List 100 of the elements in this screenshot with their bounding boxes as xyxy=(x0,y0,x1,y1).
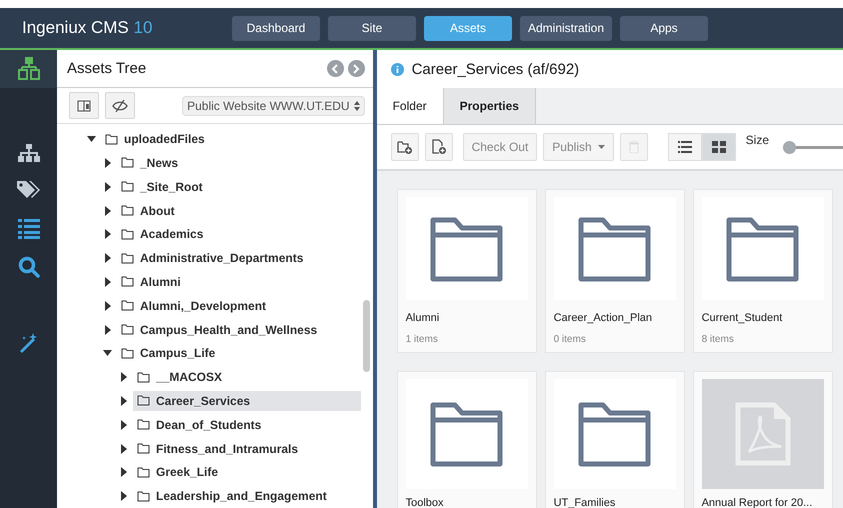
panel-title: Assets Tree xyxy=(67,60,146,78)
updown-arrows-icon xyxy=(354,100,360,111)
size-label: Size xyxy=(746,133,769,147)
size-slider[interactable] xyxy=(783,140,796,154)
expanded-triangle-icon[interactable] xyxy=(87,134,97,144)
tree-item[interactable]: uploadedFiles xyxy=(101,129,361,150)
collapsed-triangle-icon[interactable] xyxy=(103,229,113,240)
folder-icon xyxy=(578,401,652,467)
folder-icon xyxy=(137,490,150,502)
tree-item[interactable]: Alumni,_Development xyxy=(117,296,361,316)
next-button[interactable] xyxy=(348,60,365,78)
asset-card[interactable]: Annual Report for 20... xyxy=(692,371,833,508)
asset-name: Toolbox xyxy=(406,497,445,508)
new-folder-button[interactable] xyxy=(390,133,419,161)
tree-item[interactable]: Academics xyxy=(117,224,361,244)
folder-icon xyxy=(121,276,134,288)
tree-item[interactable]: Dean_of_Students xyxy=(133,414,361,435)
collapsed-triangle-icon[interactable] xyxy=(103,182,113,192)
asset-card[interactable]: Current_Student 8 items xyxy=(692,189,833,353)
folder-icon xyxy=(121,252,134,264)
folder-icon xyxy=(121,324,134,336)
asset-name: Annual Report for 20... xyxy=(702,497,814,508)
collapsed-triangle-icon[interactable] xyxy=(119,491,129,502)
folder-plus-icon xyxy=(396,140,413,154)
collapsed-triangle-icon[interactable] xyxy=(119,467,129,478)
tree-item[interactable]: Fitness_and_Intramurals xyxy=(133,438,361,458)
tree-item[interactable]: Greek_Life xyxy=(133,462,361,482)
folder-icon xyxy=(430,401,504,467)
folder-icon xyxy=(726,216,800,282)
tree-item[interactable]: About xyxy=(117,200,361,221)
tree-item[interactable]: Administrative_Departments xyxy=(117,248,361,268)
site-select[interactable]: Public Website WWW.UT.EDU xyxy=(182,96,365,116)
asset-name: Current_Student xyxy=(702,312,784,324)
visibility-button[interactable] xyxy=(105,92,135,120)
sitemap-icon[interactable] xyxy=(18,144,40,162)
asset-name: UT_Families xyxy=(554,497,616,508)
grid-view-button[interactable] xyxy=(702,133,736,161)
upload-button[interactable] xyxy=(424,133,453,161)
folder-icon xyxy=(578,216,652,282)
pdf-document-icon xyxy=(734,402,791,466)
folder-icon xyxy=(121,181,134,192)
folder-icon xyxy=(137,443,150,454)
tab[interactable]: Properties xyxy=(444,88,536,124)
nav-tab[interactable]: Administration xyxy=(520,16,612,40)
info-icon xyxy=(390,62,404,76)
folder-icon xyxy=(121,300,134,312)
collapsed-triangle-icon[interactable] xyxy=(103,158,113,168)
chevron-left-icon xyxy=(331,64,340,74)
asset-name: Alumni xyxy=(406,312,440,324)
folder-icon xyxy=(121,157,134,168)
tree-item[interactable]: _News xyxy=(117,152,361,173)
collapsed-triangle-icon[interactable] xyxy=(119,372,129,382)
folder-icon xyxy=(121,348,134,359)
expanded-triangle-icon[interactable] xyxy=(103,348,113,358)
list-icon xyxy=(678,141,692,153)
tree-item[interactable]: Campus_Health_and_Wellness xyxy=(117,320,361,340)
folder-icon xyxy=(105,134,118,145)
asset-name: Career_Action_Plan xyxy=(554,312,654,324)
folder-icon xyxy=(430,216,504,282)
grid-icon xyxy=(712,141,726,153)
tree-item[interactable]: Leadership_and_Engagement xyxy=(133,486,361,506)
tags-icon[interactable] xyxy=(16,181,40,201)
asset-card[interactable]: Career_Action_Plan 0 items xyxy=(544,189,685,353)
list-icon[interactable] xyxy=(18,219,40,239)
tree-diagram-icon[interactable] xyxy=(18,57,40,81)
nav-tab[interactable]: Site xyxy=(328,16,416,40)
tree-item[interactable]: Alumni xyxy=(117,272,361,292)
magic-wand-icon[interactable] xyxy=(18,332,40,354)
asset-card[interactable]: Alumni 1 items xyxy=(396,189,537,353)
tab[interactable]: Folder xyxy=(376,88,444,124)
tree-item[interactable]: _Site_Root xyxy=(117,176,361,197)
asset-card[interactable]: UT_Families xyxy=(544,371,685,508)
search-icon[interactable] xyxy=(18,256,40,278)
collapsed-triangle-icon[interactable] xyxy=(103,206,113,216)
item-count: 0 items xyxy=(554,334,587,345)
folder-title: Career_Services (af/692) xyxy=(412,60,580,78)
folder-icon xyxy=(137,372,150,383)
trash-icon xyxy=(628,141,639,153)
folder-icon xyxy=(121,228,134,240)
collapsed-triangle-icon[interactable] xyxy=(103,253,113,264)
nav-tab[interactable]: Apps xyxy=(620,16,708,40)
item-count: 8 items xyxy=(702,334,735,345)
hidden-eye-icon xyxy=(112,100,128,112)
collapsed-triangle-icon[interactable] xyxy=(103,276,113,287)
tree-item[interactable]: Campus_Life xyxy=(117,343,361,364)
list-view-button[interactable] xyxy=(668,133,702,161)
nav-tab[interactable]: Dashboard xyxy=(232,16,320,40)
item-count: 1 items xyxy=(406,334,439,345)
chevron-right-icon xyxy=(352,64,360,74)
folder-icon xyxy=(137,466,150,478)
tree-item[interactable]: Career_Services xyxy=(133,390,361,411)
tree-item[interactable]: __MACOSX xyxy=(133,367,361,388)
previous-button[interactable] xyxy=(326,60,344,78)
collapsed-triangle-icon[interactable] xyxy=(119,420,129,430)
collapsed-triangle-icon[interactable] xyxy=(119,396,129,406)
scrollbar-thumb[interactable] xyxy=(362,300,370,372)
asset-card[interactable]: Toolbox xyxy=(396,371,537,508)
collapsed-triangle-icon[interactable] xyxy=(119,444,129,454)
collapsed-triangle-icon[interactable] xyxy=(103,300,113,311)
collapsed-triangle-icon[interactable] xyxy=(103,324,113,335)
